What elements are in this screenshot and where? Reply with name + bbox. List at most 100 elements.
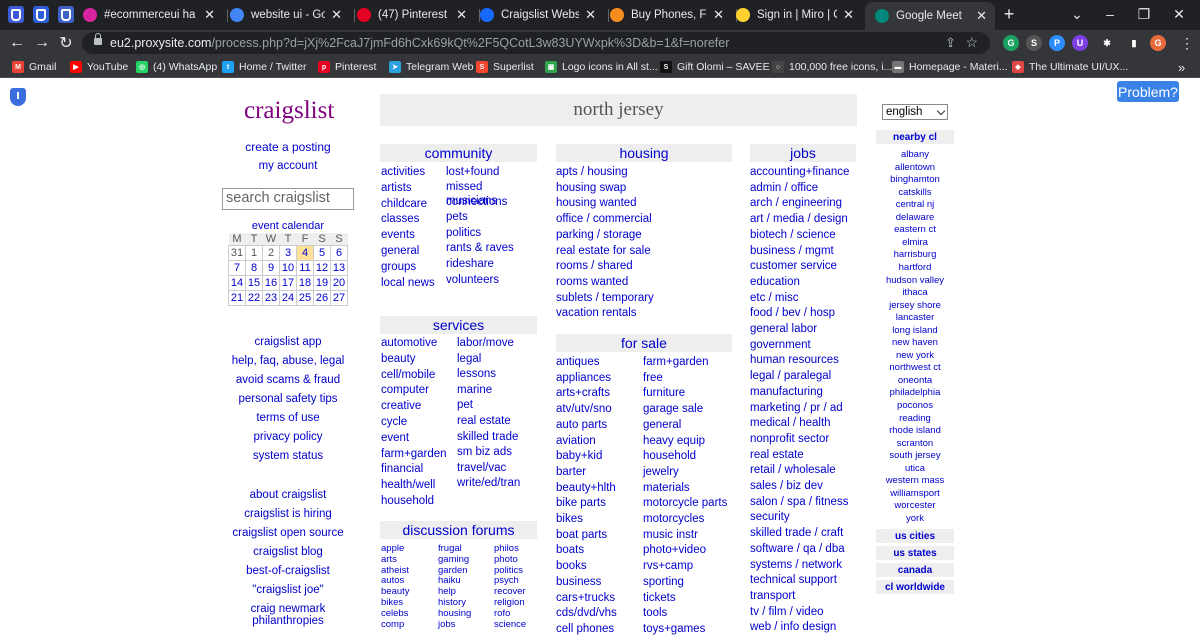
link-web-info-design[interactable]: web / info design — [750, 621, 836, 633]
link-atv-utv-sno[interactable]: atv/utv/sno — [556, 403, 612, 415]
bookmark-telegram-web[interactable]: ➤ Telegram Web — [389, 59, 474, 75]
nearby-south-jersey[interactable]: south jersey — [876, 450, 954, 461]
link-real-estate[interactable]: real estate — [750, 449, 804, 461]
nearby-eastern-ct[interactable]: eastern ct — [876, 224, 954, 235]
link-customer-service[interactable]: customer service — [750, 260, 837, 272]
link-cell-phones[interactable]: cell phones — [556, 623, 614, 635]
tab-search-icon[interactable]: ⌄ — [1060, 0, 1094, 28]
link-cycle[interactable]: cycle — [381, 416, 407, 428]
link-farm-garden[interactable]: farm+garden — [381, 448, 447, 460]
link-housing-swap[interactable]: housing swap — [556, 182, 626, 194]
craigslist-logo[interactable]: craigslist — [244, 97, 334, 125]
link-tickets[interactable]: tickets — [643, 592, 676, 604]
link-activities[interactable]: activities — [381, 166, 425, 178]
link-heavy-equip[interactable]: heavy equip — [643, 435, 705, 447]
link-rooms-wanted[interactable]: rooms wanted — [556, 276, 628, 288]
link-local-news[interactable]: local news — [381, 277, 435, 289]
link-beauty[interactable]: beauty — [381, 586, 410, 597]
close-tab-icon[interactable]: ✕ — [204, 7, 215, 23]
link-arts-crafts[interactable]: arts+crafts — [556, 387, 610, 399]
calendar-day[interactable]: 15 — [245, 275, 263, 291]
link-arts[interactable]: arts — [381, 554, 397, 565]
link-comp[interactable]: comp — [381, 619, 404, 630]
link-rofo[interactable]: rofo — [494, 608, 510, 619]
link-free[interactable]: free — [643, 372, 663, 384]
bookmark-gift-olomi-savee[interactable]: S Gift Olomi – SAVEE — [660, 59, 770, 75]
link-sales-biz-dev[interactable]: sales / biz dev — [750, 480, 823, 492]
tab-buy-phones-fashic[interactable]: Buy Phones, Fashic ✕ — [610, 0, 732, 30]
reload-icon[interactable]: ↻ — [55, 33, 77, 53]
for-sale-heading[interactable]: for sale — [556, 334, 732, 352]
link-barter[interactable]: barter — [556, 466, 586, 478]
link-skilled-trade[interactable]: skilled trade — [457, 431, 518, 443]
calendar-day[interactable]: 18 — [296, 275, 314, 291]
link-travel-vac[interactable]: travel/vac — [457, 462, 506, 474]
link-furniture[interactable]: furniture — [643, 387, 685, 399]
tab-47-pinterest[interactable]: (47) Pinterest ✕ — [357, 0, 475, 30]
link-atheist[interactable]: atheist — [381, 565, 409, 576]
link-religion[interactable]: religion — [494, 597, 525, 608]
jobs-heading[interactable]: jobs — [750, 144, 856, 162]
link-apts-housing[interactable]: apts / housing — [556, 166, 628, 178]
p-extension-icon[interactable]: P — [1049, 35, 1065, 51]
link-cars-trucks[interactable]: cars+trucks — [556, 592, 615, 604]
minimize-icon[interactable]: – — [1093, 0, 1127, 28]
link-biotech-science[interactable]: biotech / science — [750, 229, 836, 241]
link-tv-film-video[interactable]: tv / film / video — [750, 606, 824, 618]
link-garage-sale[interactable]: garage sale — [643, 403, 703, 415]
proxy-shield-icon[interactable] — [10, 88, 26, 106]
close-tab-icon[interactable]: ✕ — [713, 7, 724, 23]
link-jewelry[interactable]: jewelry — [643, 466, 679, 478]
nearby-northwest-ct[interactable]: northwest ct — [876, 362, 954, 373]
tab-sign-in-miro-on[interactable]: Sign in | Miro | On ✕ — [736, 0, 862, 30]
link-art-media-design[interactable]: art / media / design — [750, 213, 848, 225]
link-politics[interactable]: politics — [494, 565, 523, 576]
language-select[interactable]: english — [882, 104, 948, 120]
footer-link-system-status[interactable]: system status — [222, 450, 354, 463]
nearby-rhode-island[interactable]: rhode island — [876, 425, 954, 436]
link-artists[interactable]: artists — [381, 182, 412, 194]
event-calendar-heading[interactable]: event calendar — [222, 220, 354, 232]
calendar-day[interactable]: 25 — [296, 290, 314, 306]
link-baby-kid[interactable]: baby+kid — [556, 450, 602, 462]
link-marketing-pr-ad[interactable]: marketing / pr / ad — [750, 402, 843, 414]
nearby-hudson-valley[interactable]: hudson valley — [876, 275, 954, 286]
nearby-elmira[interactable]: elmira — [876, 237, 954, 248]
bookmark-logo-icons-in-all-st[interactable]: ▣ Logo icons in All st... — [545, 59, 658, 75]
bookmark-gmail[interactable]: M Gmail — [12, 59, 56, 75]
link-antiques[interactable]: antiques — [556, 356, 599, 368]
link-toys-games[interactable]: toys+games — [643, 623, 705, 635]
link-pet[interactable]: pet — [457, 399, 473, 411]
forums-heading[interactable]: discussion forums — [380, 521, 537, 539]
link-general[interactable]: general — [381, 245, 419, 257]
calendar-day[interactable]: 14 — [228, 275, 246, 291]
back-icon[interactable]: ← — [6, 33, 28, 53]
link-accounting-finance[interactable]: accounting+finance — [750, 166, 849, 178]
nearby-jersey-shore[interactable]: jersey shore — [876, 300, 954, 311]
link-household[interactable]: household — [643, 450, 696, 462]
u-extension-icon[interactable]: U — [1072, 35, 1088, 51]
link-tools[interactable]: tools — [643, 607, 667, 619]
link-admin-office[interactable]: admin / office — [750, 182, 818, 194]
link-farm-garden[interactable]: farm+garden — [643, 356, 709, 368]
link-volunteers[interactable]: volunteers — [446, 274, 499, 286]
calendar-day[interactable]: 10 — [279, 260, 297, 276]
g-extension-icon[interactable]: G — [1003, 35, 1019, 51]
link-transport[interactable]: transport — [750, 590, 795, 602]
link-event[interactable]: event — [381, 432, 409, 444]
create-posting-link[interactable]: create a posting — [222, 140, 354, 154]
calendar-day[interactable]: 20 — [330, 275, 348, 291]
link-events[interactable]: events — [381, 229, 415, 241]
link-rooms-shared[interactable]: rooms / shared — [556, 260, 633, 272]
calendar-day[interactable]: 3 — [279, 245, 297, 261]
link-food-bev-hosp[interactable]: food / bev / hosp — [750, 307, 835, 319]
puzzle-icon[interactable]: ✱ — [1099, 35, 1115, 51]
link-household[interactable]: household — [381, 495, 434, 507]
link-lessons[interactable]: lessons — [457, 368, 496, 380]
calendar-day[interactable]: 19 — [313, 275, 331, 291]
nearby-western-mass[interactable]: western mass — [876, 475, 954, 486]
nearby-philadelphia[interactable]: philadelphia — [876, 387, 954, 398]
link-housing-wanted[interactable]: housing wanted — [556, 197, 637, 209]
link-education[interactable]: education — [750, 276, 800, 288]
bookmark-youtube[interactable]: ▶ YouTube — [70, 59, 128, 75]
